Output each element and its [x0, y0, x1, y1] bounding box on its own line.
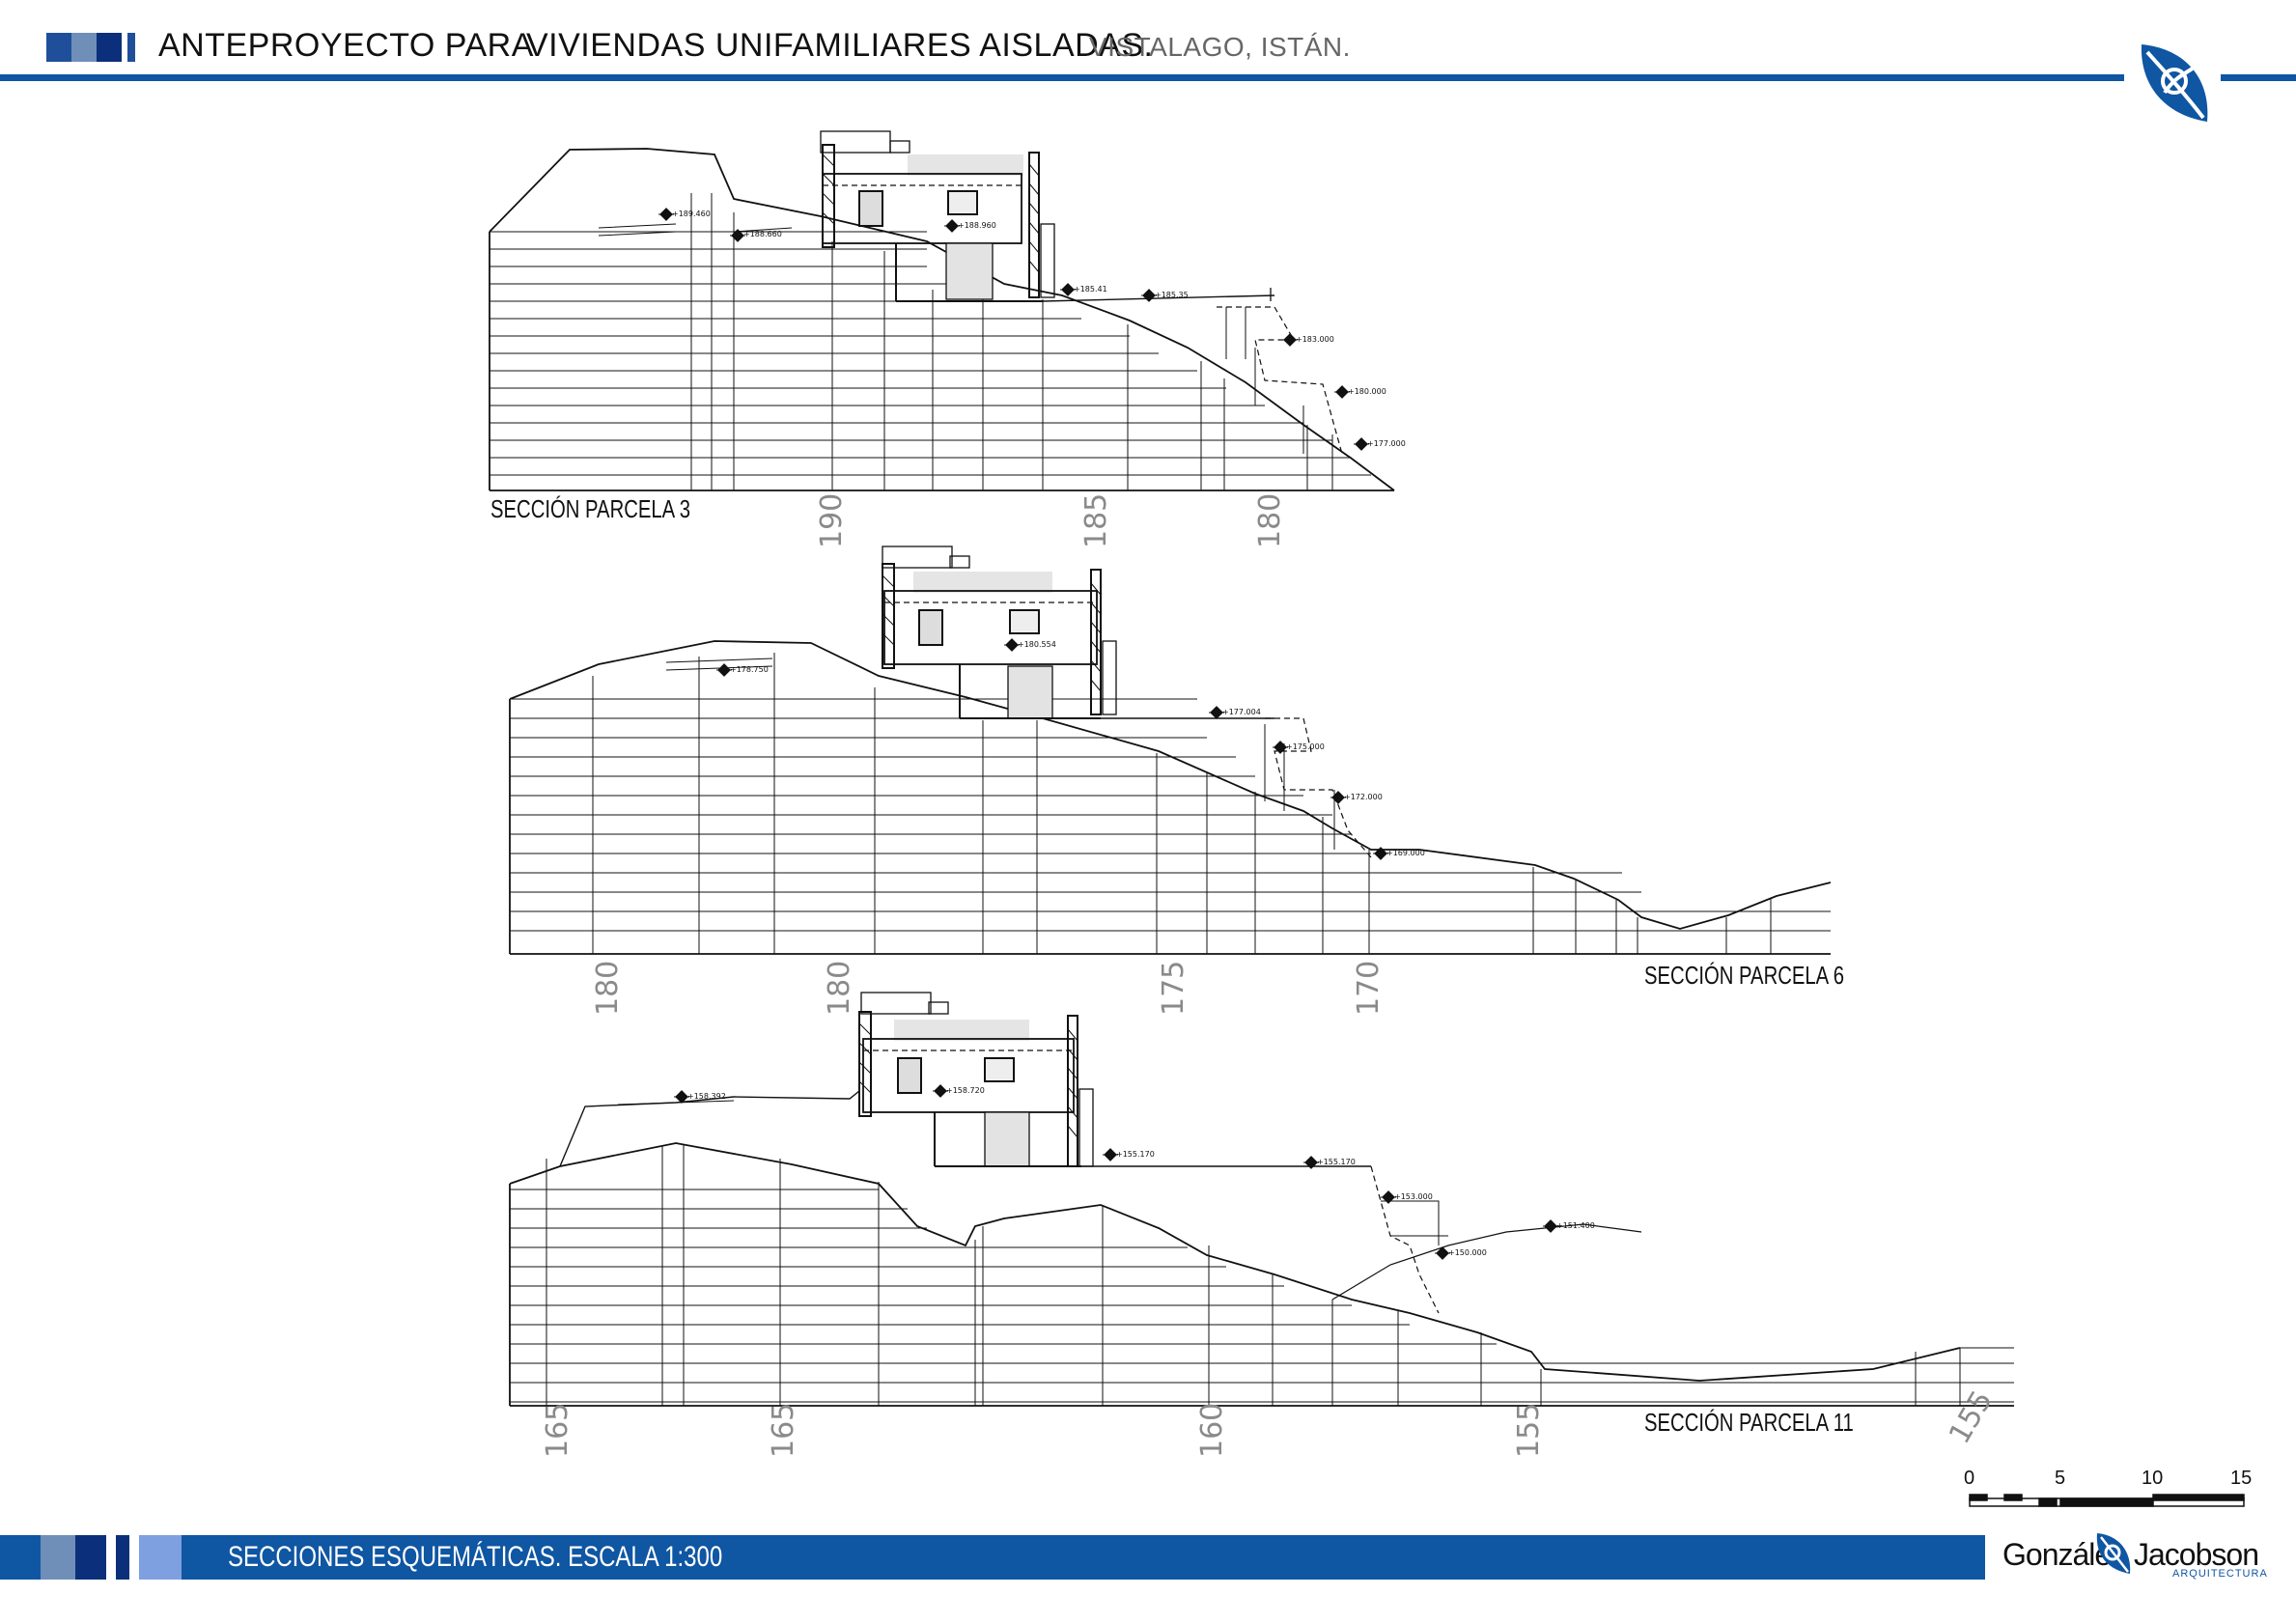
tick-label: 170: [1352, 960, 1386, 1016]
level-label: +175.000: [1286, 742, 1325, 751]
footer-square: [129, 1535, 139, 1580]
scale-bar: [1969, 1494, 2245, 1507]
footer-square: [106, 1535, 116, 1580]
level-label: +177.004: [1222, 708, 1261, 716]
level-label: +180.000: [1348, 387, 1386, 396]
level-label: +151.400: [1556, 1221, 1595, 1230]
level-label: +185.35: [1155, 291, 1189, 299]
section-label-parcela-11: SECCIÓN PARCELA 11: [1644, 1408, 1854, 1437]
tick-label: 180: [591, 960, 625, 1016]
level-label: +155.170: [1116, 1150, 1155, 1159]
tick-label: 180: [1253, 492, 1287, 548]
footer-caption: SECCIONES ESQUEMÁTICAS. ESCALA 1:300: [228, 1541, 723, 1573]
footer-leaf-icon: [2096, 1533, 2131, 1574]
scale-label: 15: [2230, 1468, 2253, 1489]
level-label: +177.000: [1367, 439, 1406, 448]
sections-drawing: +189.460 +188.660 +188.960 +185.41 +185.…: [489, 130, 2245, 1507]
level-label: +180.554: [1018, 640, 1056, 649]
tick-label: 190: [815, 492, 849, 548]
footer-square: [116, 1535, 129, 1580]
footer-square: [139, 1535, 182, 1580]
tick-label: 185: [1079, 492, 1113, 548]
tick-label: 165: [541, 1402, 574, 1458]
tick-label: 175: [1157, 960, 1190, 1016]
level-label: +188.660: [743, 230, 782, 238]
level-label: +188.960: [958, 221, 996, 230]
level-label: +178.750: [730, 665, 769, 674]
level-label: +155.170: [1317, 1158, 1356, 1166]
tick-label: 155: [1512, 1402, 1546, 1458]
level-label: +189.460: [672, 210, 711, 218]
level-label: +158.392: [687, 1092, 726, 1101]
section-parcela-6: [509, 546, 1832, 955]
footer-square: [41, 1535, 75, 1580]
level-label: +172.000: [1344, 793, 1383, 801]
footer-square: [0, 1535, 41, 1580]
scale-label: 10: [2142, 1468, 2164, 1489]
level-label: +183.000: [1296, 335, 1334, 344]
section-label-parcela-3: SECCIÓN PARCELA 3: [490, 494, 691, 523]
section-label-parcela-6: SECCIÓN PARCELA 6: [1644, 961, 1845, 990]
level-label: +185.41: [1074, 285, 1107, 294]
level-label: +169.000: [1386, 849, 1425, 857]
footer-logo-subtitle: ARQUITECTURA: [2172, 1568, 2268, 1580]
footer-square: [75, 1535, 106, 1580]
scale-label: 5: [2055, 1468, 2066, 1489]
scale-label: 0: [1964, 1468, 1975, 1489]
section-parcela-3: [489, 130, 1395, 491]
level-label: +158.720: [946, 1086, 985, 1095]
section-parcela-11: [509, 992, 2014, 1407]
tick-label: 160: [1195, 1402, 1229, 1458]
level-label: +153.000: [1394, 1192, 1433, 1201]
level-label: +150.000: [1448, 1248, 1487, 1257]
tick-label: 165: [767, 1402, 800, 1458]
tick-label: 180: [823, 960, 856, 1016]
